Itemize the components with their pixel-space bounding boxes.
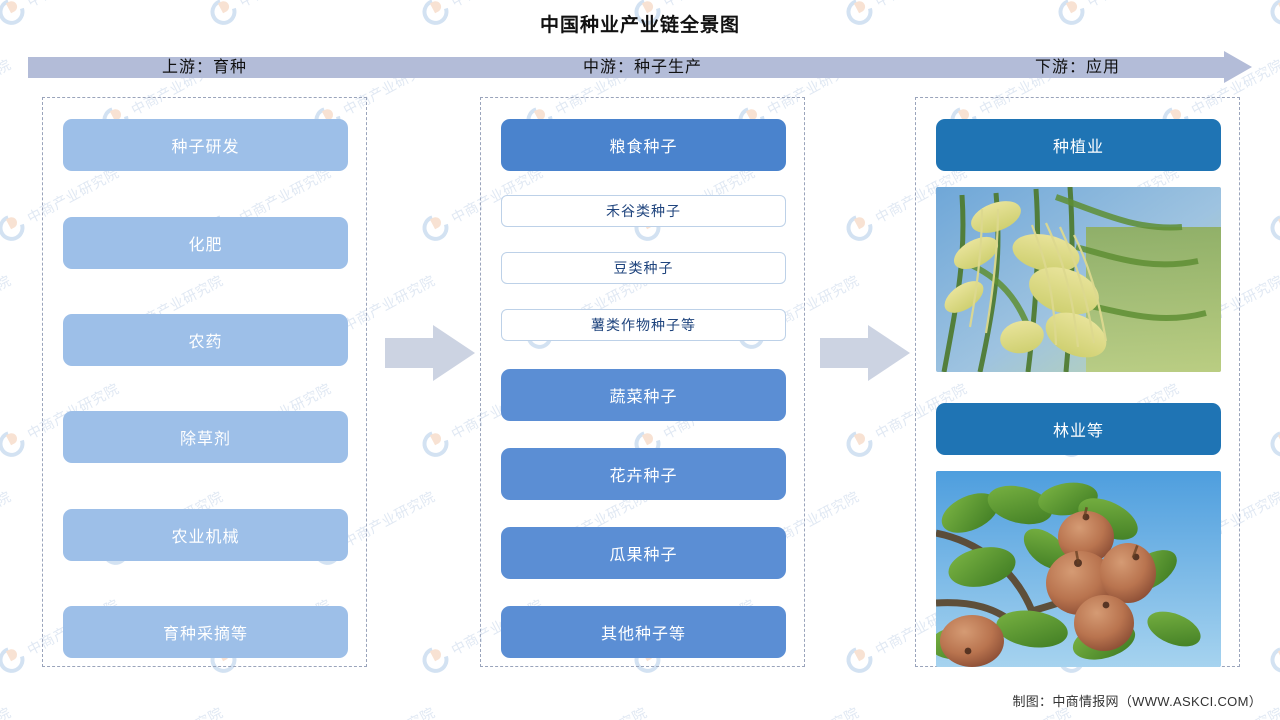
rice-field-photo <box>936 187 1221 372</box>
node-upstream-6[interactable]: 育种采摘等 <box>63 606 348 658</box>
node-downstream-forestry[interactable]: 林业等 <box>936 403 1221 455</box>
node-midstream-cereal-seed[interactable]: 禾谷类种子 <box>501 195 786 227</box>
stage-label-downstream: 下游：应用 <box>1034 59 1120 76</box>
node-midstream-flower-seed[interactable]: 花卉种子 <box>501 448 786 500</box>
column-downstream: 种植业 林业等 <box>915 97 1240 667</box>
flow-arrow-tail <box>385 338 437 368</box>
column-midstream: 粮食种子 禾谷类种子 豆类种子 薯类作物种子等 蔬菜种子 花卉种子 瓜果种子 其… <box>480 97 805 667</box>
node-upstream-5[interactable]: 农业机械 <box>63 509 348 561</box>
infographic-canvas: 中国种业产业链全景图 上游：育种 中游：种子生产 下游：应用 种子研发 化肥 农… <box>0 0 1280 720</box>
pear-tree-photo <box>936 471 1221 667</box>
flow-arrow-head <box>433 325 475 381</box>
credit-line: 制图：中商情报网（WWW.ASKCI.COM） <box>1012 694 1262 709</box>
column-upstream: 种子研发 化肥 农药 除草剂 农业机械 育种采摘等 <box>42 97 367 667</box>
node-upstream-1[interactable]: 种子研发 <box>63 119 348 171</box>
page-title: 中国种业产业链全景图 <box>539 15 740 36</box>
flow-arrow-midstream-to-downstream-icon <box>820 325 910 381</box>
node-midstream-tuber-seed[interactable]: 薯类作物种子等 <box>501 309 786 341</box>
node-midstream-vegetable-seed[interactable]: 蔬菜种子 <box>501 369 786 421</box>
flow-arrow-tail <box>820 338 872 368</box>
node-upstream-2[interactable]: 化肥 <box>63 217 348 269</box>
node-midstream-bean-seed[interactable]: 豆类种子 <box>501 252 786 284</box>
stage-label-upstream: 上游：育种 <box>161 59 247 76</box>
node-upstream-4[interactable]: 除草剂 <box>63 411 348 463</box>
flow-arrow-upstream-to-midstream-icon <box>385 325 475 381</box>
stage-label-midstream: 中游：种子生产 <box>582 59 702 76</box>
node-midstream-grain-seed[interactable]: 粮食种子 <box>501 119 786 171</box>
node-downstream-planting[interactable]: 种植业 <box>936 119 1221 171</box>
node-midstream-other-seed[interactable]: 其他种子等 <box>501 606 786 658</box>
node-midstream-fruit-seed[interactable]: 瓜果种子 <box>501 527 786 579</box>
node-upstream-3[interactable]: 农药 <box>63 314 348 366</box>
flow-arrow-head <box>868 325 910 381</box>
